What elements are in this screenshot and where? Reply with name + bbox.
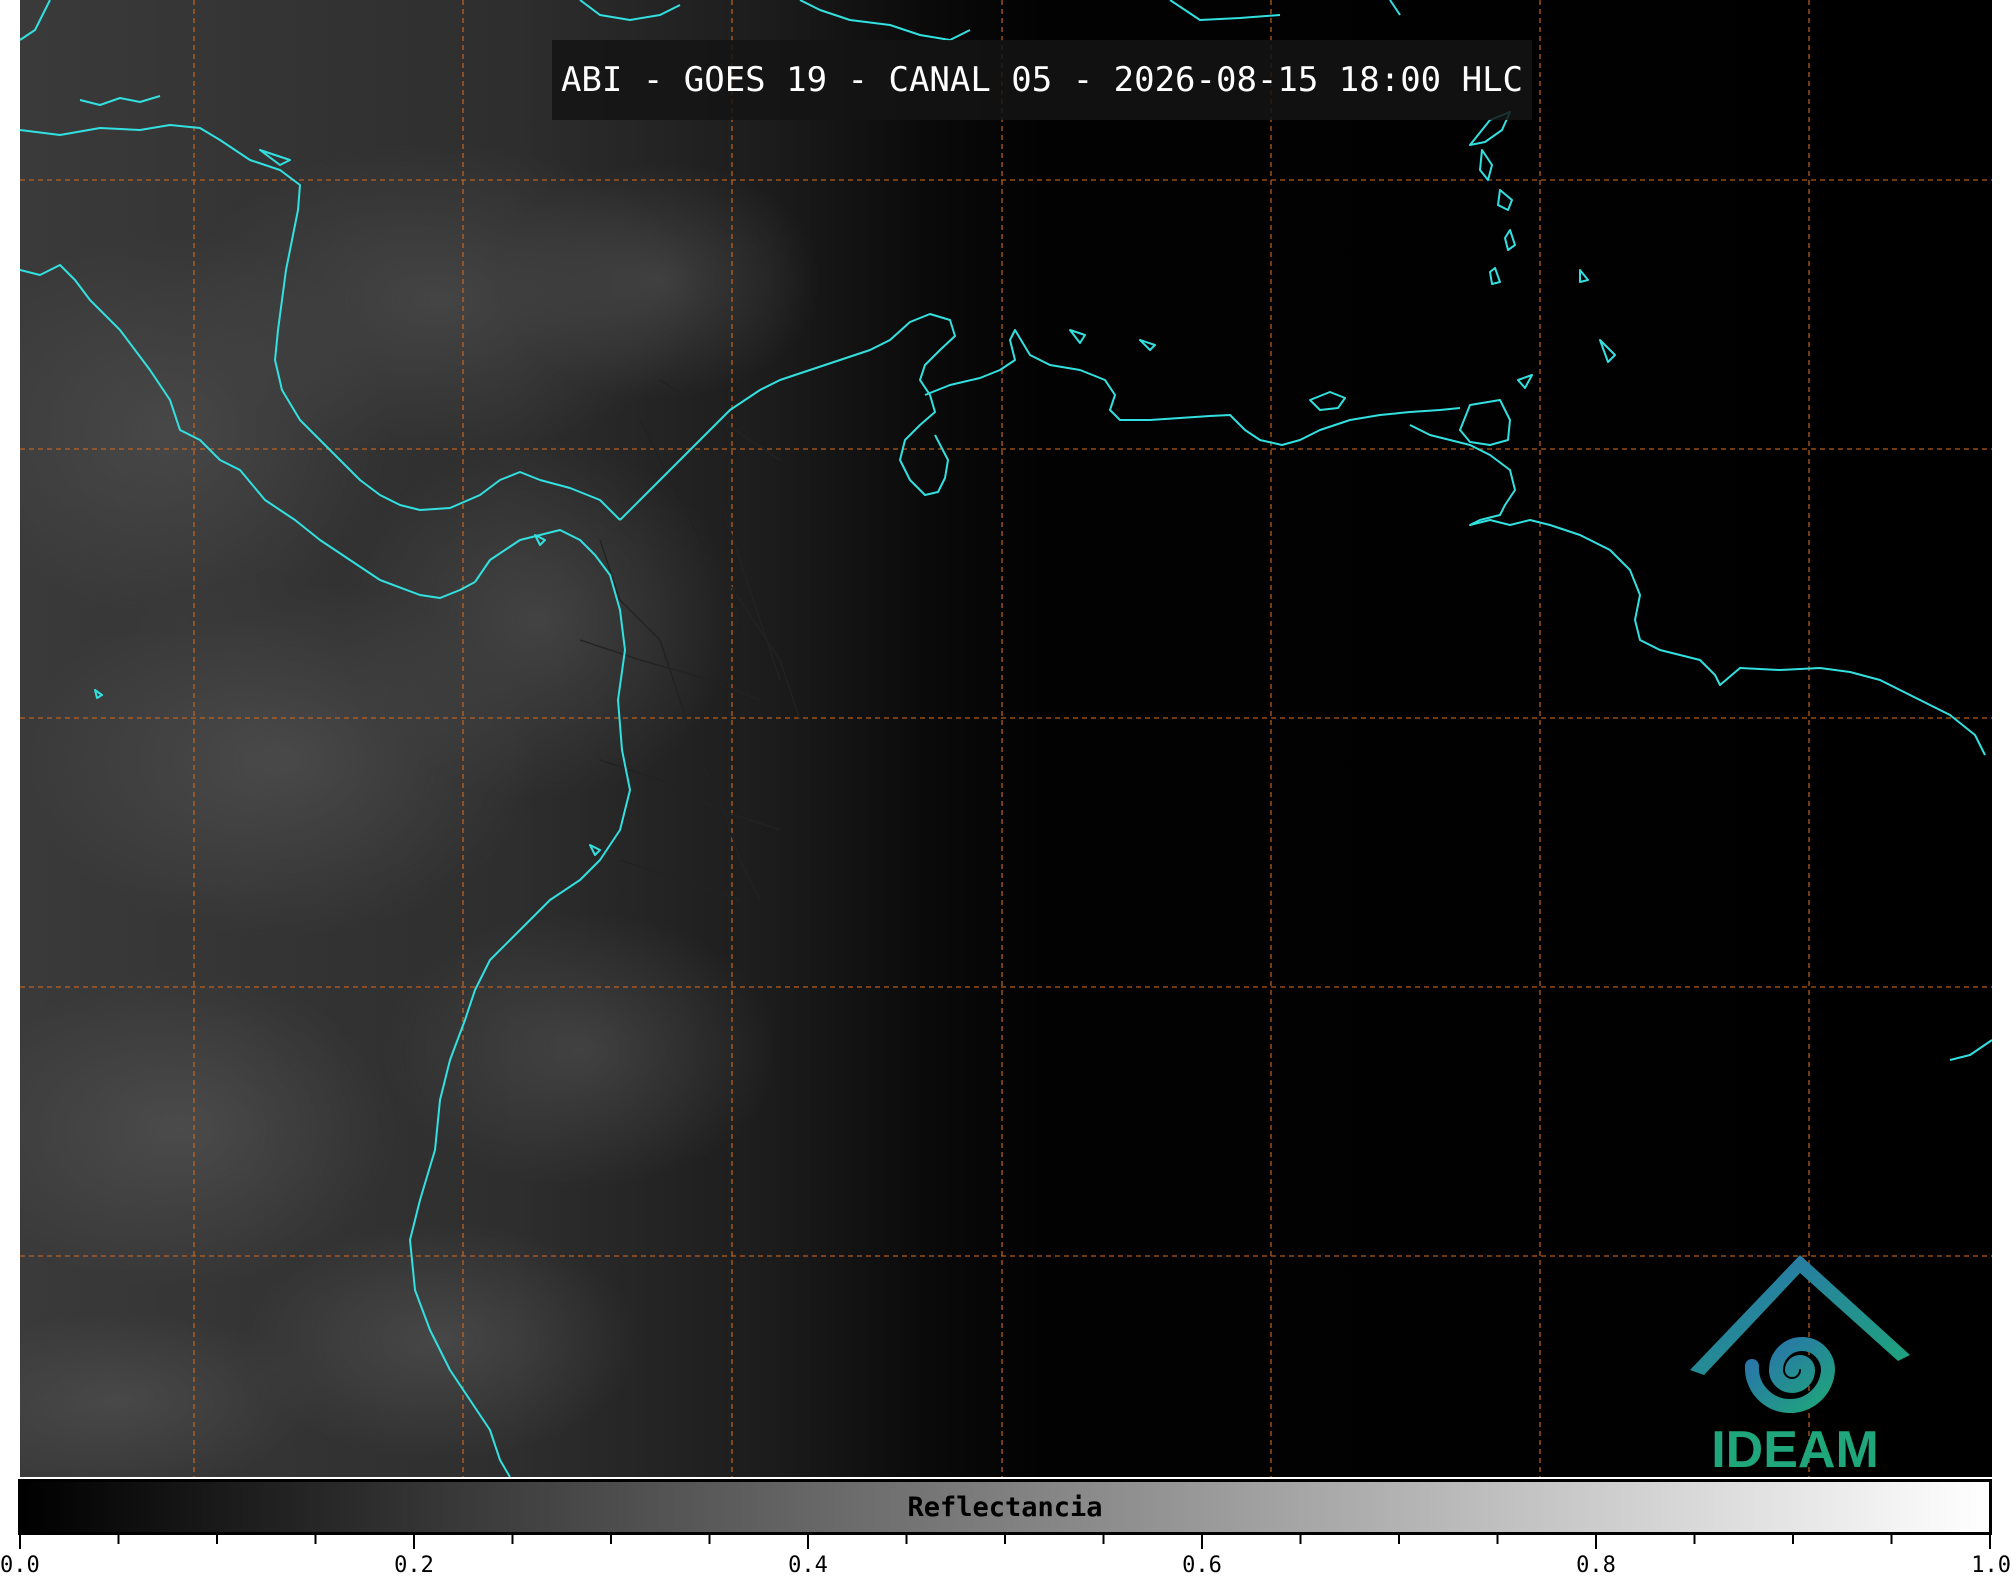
logo-spiral-icon xyxy=(1744,1337,1836,1413)
title-panel: ABI - GOES 19 - CANAL 05 - 2026-08-15 18… xyxy=(552,40,1532,120)
colorbar-tick-label: 0.8 xyxy=(1576,1553,1616,1577)
colorbar: Reflectancia xyxy=(18,1479,1992,1535)
colorbar-label: Reflectancia xyxy=(907,1491,1103,1523)
colorbar-axis: 0.0 0.2 0.4 0.6 0.8 1.0 xyxy=(0,1535,2011,1577)
ideam-logo: IDEAM xyxy=(1670,1255,1910,1477)
page-title: ABI - GOES 19 - CANAL 05 - 2026-08-15 18… xyxy=(560,60,1524,100)
colorbar-tick-label: 0.2 xyxy=(394,1553,434,1577)
logo-text: IDEAM xyxy=(1711,1421,1879,1475)
colorbar-tick-label: 1.0 xyxy=(1971,1553,2011,1577)
colorbar-tick-label: 0.6 xyxy=(1182,1553,1222,1577)
satellite-map: ABI - GOES 19 - CANAL 05 - 2026-08-15 18… xyxy=(20,0,1992,1477)
colorbar-tick-label: 0.0 xyxy=(0,1553,40,1577)
colorbar-tick-label: 0.4 xyxy=(788,1553,828,1577)
